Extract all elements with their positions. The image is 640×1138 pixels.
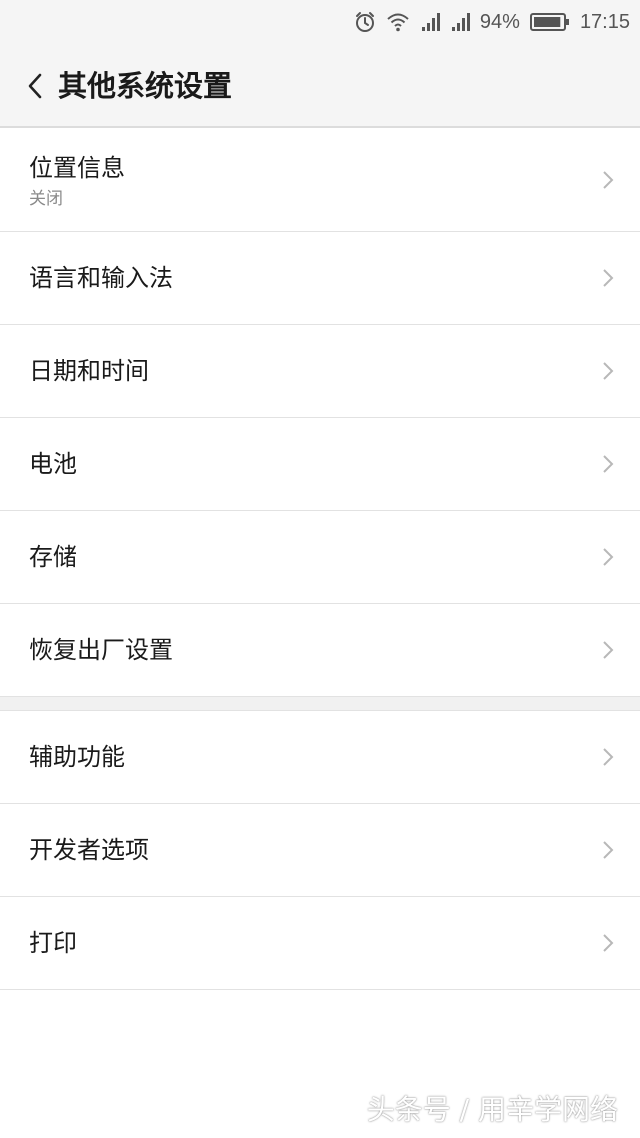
chevron-right-icon (603, 748, 614, 766)
back-button[interactable] (20, 66, 50, 106)
list-item-battery[interactable]: 电池 (0, 418, 640, 511)
status-bar: 94% 17:15 (0, 0, 640, 44)
list-item-storage[interactable]: 存储 (0, 511, 640, 604)
list-item-location[interactable]: 位置信息 关闭 (0, 129, 640, 232)
list-item-developer-options[interactable]: 开发者选项 (0, 804, 640, 897)
settings-group-1: 位置信息 关闭 语言和输入法 日期和时间 电池 存储 恢复出厂设置 (0, 129, 640, 697)
list-item-status: 关闭 (29, 189, 63, 209)
chevron-right-icon (603, 934, 614, 952)
list-item-label: 语言和输入法 (29, 264, 173, 292)
list-item-label: 开发者选项 (29, 836, 149, 864)
chevron-right-icon (603, 841, 614, 859)
alarm-icon (354, 11, 376, 33)
list-item-date-time[interactable]: 日期和时间 (0, 325, 640, 418)
battery-fill (533, 17, 561, 27)
chevron-right-icon (603, 171, 614, 189)
chevron-right-icon (603, 548, 614, 566)
chevron-right-icon (603, 455, 614, 473)
list-item-label: 日期和时间 (29, 357, 149, 385)
status-icons: 94% 17:15 (354, 0, 630, 44)
watermark: 头条号 / 用辛学网络 (366, 1093, 618, 1126)
battery-icon (529, 12, 570, 32)
chevron-right-icon (603, 641, 614, 659)
page-title: 其他系统设置 (58, 69, 233, 103)
group-divider (0, 696, 640, 711)
signal-icon (450, 12, 470, 32)
wifi-icon (386, 12, 410, 32)
chevron-left-icon (28, 73, 42, 99)
app-bar: 其他系统设置 (0, 44, 640, 128)
battery-percent: 94% (479, 10, 520, 33)
list-item-printing[interactable]: 打印 (0, 897, 640, 990)
chevron-right-icon (603, 269, 614, 287)
signal-icon (420, 12, 440, 32)
list-item-accessibility[interactable]: 辅助功能 (0, 711, 640, 804)
clock: 17:15 (579, 10, 630, 33)
list-item-factory-reset[interactable]: 恢复出厂设置 (0, 604, 640, 697)
list-item-label: 位置信息 (29, 154, 125, 182)
list-item-language-input[interactable]: 语言和输入法 (0, 232, 640, 325)
list-item-label: 恢复出厂设置 (29, 636, 173, 664)
chevron-right-icon (603, 362, 614, 380)
list-item-label: 辅助功能 (29, 743, 125, 771)
list-item-label: 存储 (29, 543, 77, 571)
list-item-label: 打印 (29, 929, 77, 957)
list-item-label: 电池 (29, 450, 77, 478)
settings-group-2: 辅助功能 开发者选项 打印 (0, 711, 640, 990)
